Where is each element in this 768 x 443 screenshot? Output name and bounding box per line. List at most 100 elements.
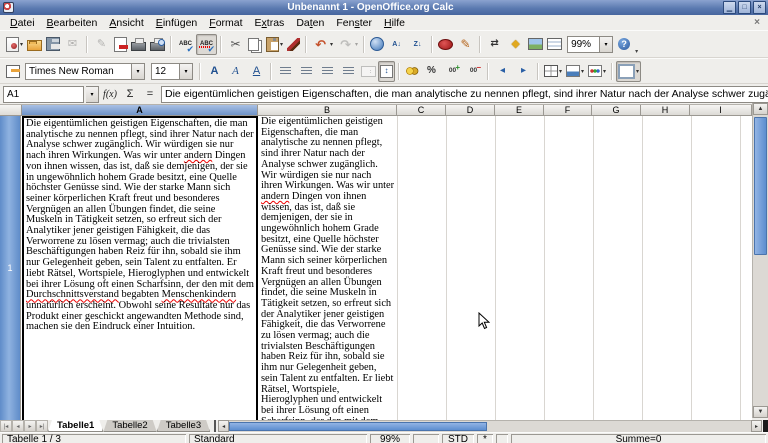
tab-split-handle[interactable] [210,420,216,432]
align-center-button[interactable] [296,61,317,82]
bold-button[interactable]: A [204,61,225,82]
vertical-align-button[interactable]: ↕ [378,61,395,82]
italic-button[interactable]: A [225,61,246,82]
underline-button[interactable]: A [246,61,267,82]
scroll-left-icon[interactable]: ◂ [218,420,229,432]
status-signature-status[interactable] [496,434,508,443]
align-left-button[interactable] [275,61,296,82]
dropdown-arrow-icon[interactable]: ▾ [636,68,639,75]
menu-fenster[interactable]: Fenster [330,17,378,29]
draw-functions-button[interactable]: ✎ [455,34,476,55]
decrease-indent-button[interactable]: ◂ [492,61,513,82]
background-color-button[interactable]: ▾ [564,61,586,82]
font-color-button[interactable]: ▾ [586,61,608,82]
formula-input-line[interactable]: Die eigentümlichen geistigen Eigenschaft… [161,86,768,103]
add-decimal-button[interactable]: 00 [442,61,463,82]
spreadsheet-grid[interactable]: 1 Die eigentümlichen geistigen Eigenscha… [0,116,752,420]
page-preview-button[interactable] [148,34,167,55]
sheet-tab-tabelle1[interactable]: Tabelle1 [48,420,103,432]
vertical-scrollbar[interactable]: ▲ ▼ [752,103,768,418]
column-header-E[interactable]: E [495,105,544,116]
function-wizard-button[interactable]: f(x) [101,86,119,102]
name-box-dropdown-icon[interactable]: ▾ [86,86,99,103]
column-header-D[interactable]: D [446,105,495,116]
status-zoom-display[interactable]: 99% [370,434,410,443]
align-justified-button[interactable] [338,61,359,82]
number-format-currency-button[interactable] [403,61,421,82]
hyperlink-button[interactable] [368,34,386,55]
function-button[interactable]: = [141,86,159,102]
dropdown-arrow-icon[interactable]: ▾ [355,41,358,48]
datasources-button[interactable] [545,34,564,55]
sort-descending-button[interactable]: Z↓ [407,34,428,55]
dropdown-arrow-icon[interactable]: ▾ [603,68,606,75]
menu-einfgen[interactable]: Einfügen [150,17,203,29]
spellcheck-button[interactable]: ABC [175,34,196,55]
number-format-percent-button[interactable]: % [421,61,442,82]
minimize-icon[interactable] [723,1,736,14]
close-document-icon[interactable] [750,17,764,28]
cell-A1[interactable]: Die eigentümlichen geistigen Eigenschaft… [22,116,258,420]
paste-button[interactable]: ▾ [264,34,285,55]
scrollbar-split-handle[interactable] [763,420,768,432]
insert-chart-button[interactable] [436,34,455,55]
insert-frame-button[interactable]: ▾ [616,61,641,82]
zoom-combo[interactable]: 99%▾ [567,36,613,53]
column-header-F[interactable]: F [544,105,592,116]
dropdown-arrow-icon[interactable]: ▾ [330,41,333,48]
dropdown-arrow-icon[interactable]: ▾ [559,68,562,75]
undo-button[interactable]: ↶▾ [310,34,335,55]
help-button[interactable]: ? [616,34,632,55]
last-sheet-icon[interactable]: ▸| [36,420,48,432]
delete-decimal-button[interactable]: 00 [463,61,484,82]
menu-daten[interactable]: Daten [290,17,330,29]
copy-button[interactable] [246,34,264,55]
status-selection-mode[interactable]: STD [442,434,474,443]
new-document-button[interactable]: ▾ [4,34,25,55]
format-paintbrush-button[interactable] [285,34,302,55]
sum-button[interactable]: Σ [121,86,139,102]
save-button[interactable] [44,34,62,55]
sheet-tab-tabelle2[interactable]: Tabelle2 [103,420,156,432]
maximize-icon[interactable] [738,1,751,14]
sort-ascending-button[interactable]: A↓ [386,34,407,55]
status-modified-flag[interactable]: * [477,434,493,443]
print-button[interactable] [129,34,148,55]
scroll-right-icon[interactable]: ▸ [751,420,762,432]
column-header-C[interactable]: C [397,105,446,116]
gallery-button[interactable] [526,34,545,55]
scroll-down-icon[interactable]: ▼ [753,406,768,418]
menu-ansicht[interactable]: Ansicht [103,17,149,29]
dropdown-arrow-icon[interactable]: ▾ [599,37,612,52]
menu-bearbeiten[interactable]: Bearbeiten [41,17,104,29]
cut-button[interactable]: ✂ [225,34,246,55]
name-box[interactable]: A1 [3,86,84,103]
find-replace-button[interactable]: ⇄ [484,34,505,55]
first-sheet-icon[interactable]: |◂ [0,420,12,432]
scroll-up-icon[interactable]: ▲ [753,103,768,115]
empty-cells-area[interactable] [397,116,752,420]
menu-extras[interactable]: Extras [249,17,291,29]
borders-button[interactable]: ▾ [542,61,564,82]
dropdown-arrow-icon[interactable]: ▾ [131,64,144,79]
column-header-G[interactable]: G [592,105,641,116]
column-header-B[interactable]: B [258,105,397,116]
menu-hilfe[interactable]: Hilfe [378,17,411,29]
close-icon[interactable] [753,1,766,14]
open-button[interactable] [25,34,44,55]
next-sheet-icon[interactable]: ▸ [24,420,36,432]
export-pdf-button[interactable] [112,34,129,55]
font-size-combo[interactable]: 12▾ [151,63,193,80]
navigator-button[interactable]: ◆ [505,34,526,55]
align-right-button[interactable] [317,61,338,82]
vertical-scrollbar-thumb[interactable] [754,117,767,255]
row-header-1[interactable]: 1 [0,116,21,420]
dropdown-arrow-icon[interactable]: ▾ [581,68,584,75]
font-name-combo[interactable]: Times New Roman▾ [25,63,145,80]
sheet-tab-tabelle3[interactable]: Tabelle3 [157,420,210,432]
title-bar[interactable]: Unbenannt 1 - OpenOffice.org Calc [0,0,768,15]
dropdown-arrow-icon[interactable]: ▾ [179,64,192,79]
increase-indent-button[interactable]: ▸ [513,61,534,82]
toolbar-overflow-icon[interactable]: ▾ [635,48,638,55]
status-page-style[interactable]: Standard [189,434,367,443]
